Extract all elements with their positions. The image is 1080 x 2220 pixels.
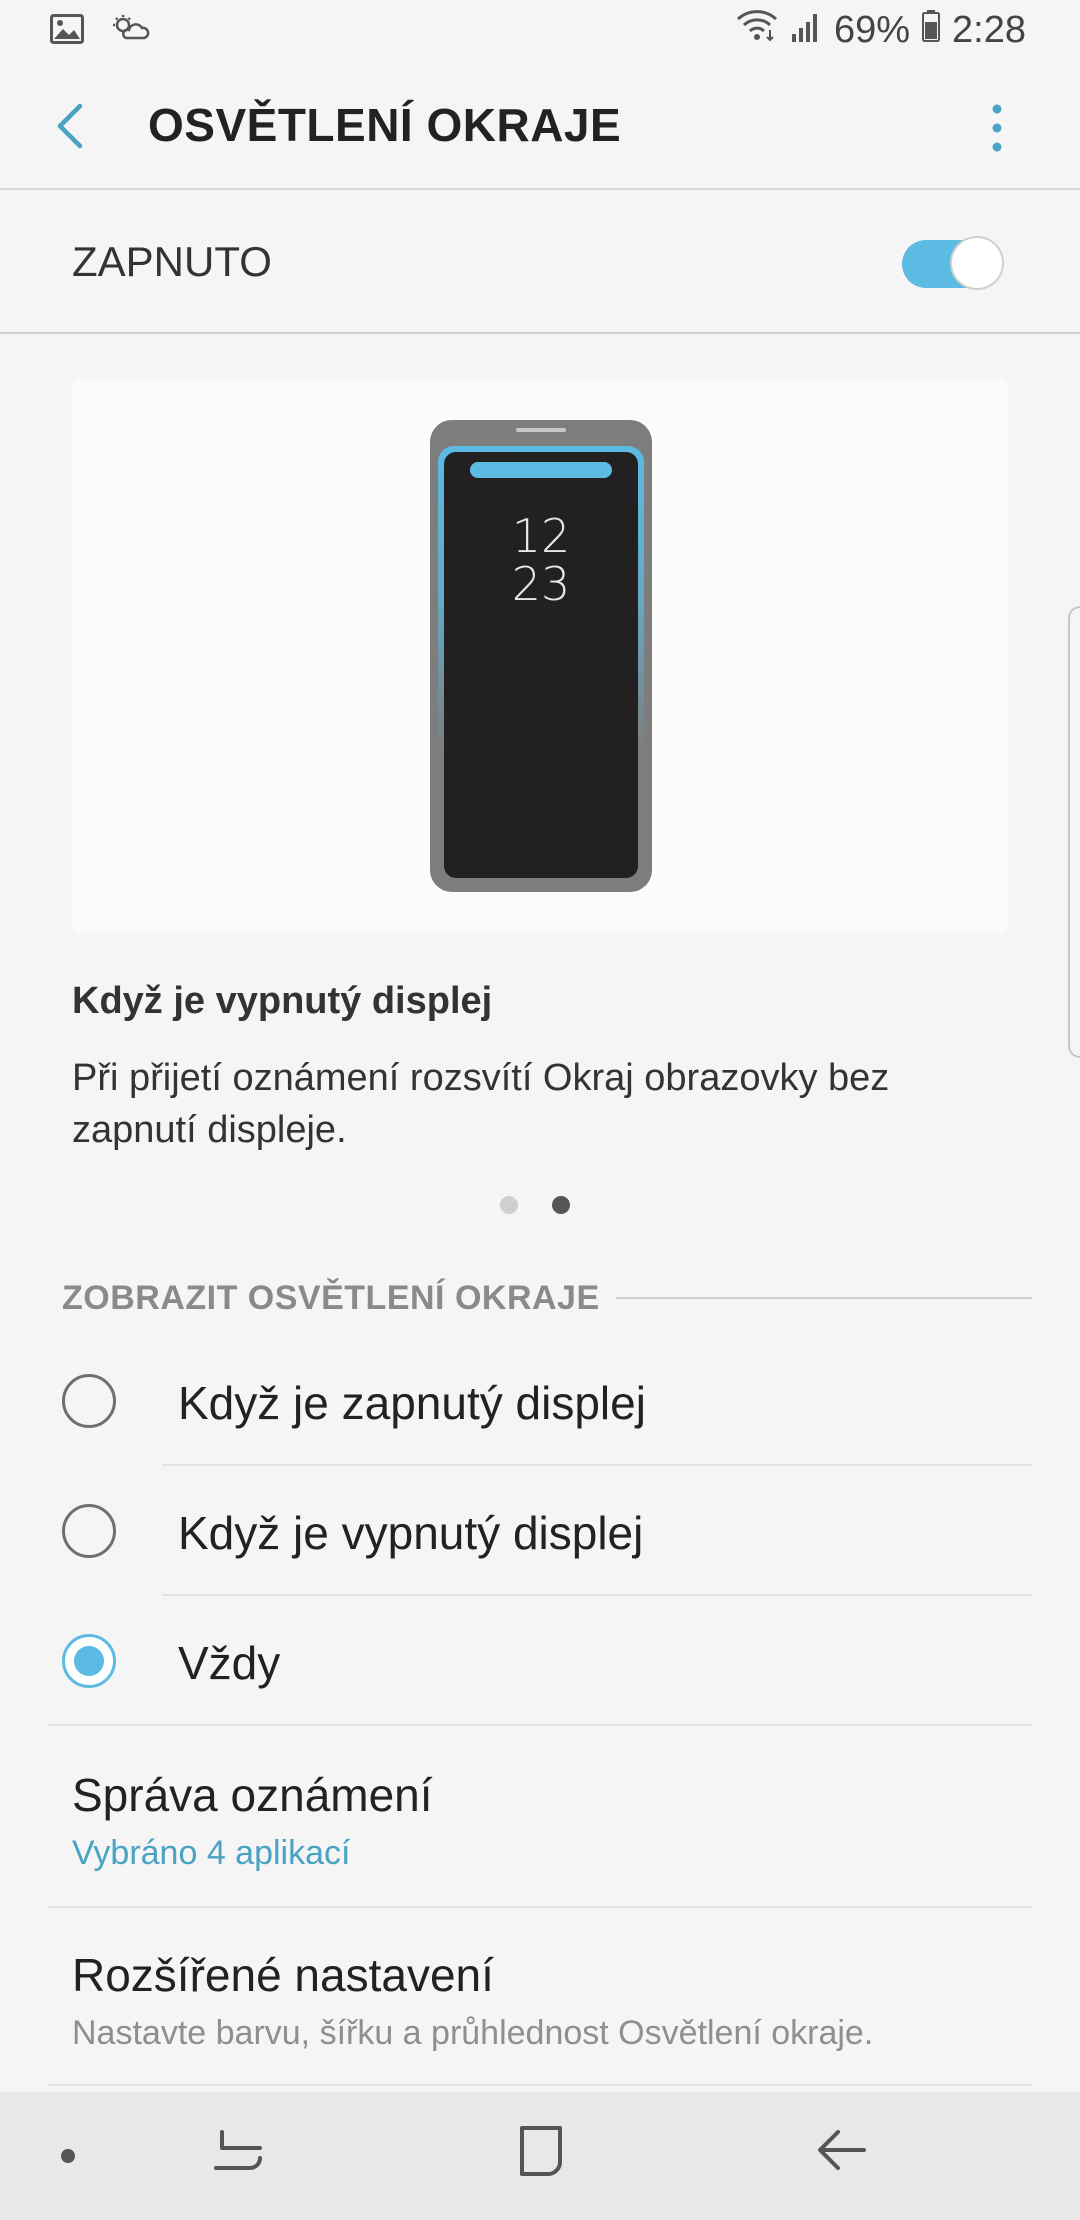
- preview-clock-hour: 12: [511, 509, 571, 563]
- radio-label: Když je vypnutý displej: [178, 1507, 644, 1559]
- preview-description: Při přijetí oznámení rozsvítí Okraj obra…: [72, 1057, 890, 1151]
- navigation-bar: [0, 2092, 1080, 2220]
- setting-subtitle: Vybráno 4 aplikací: [72, 1834, 351, 1872]
- preview-card[interactable]: 12 23: [72, 380, 1008, 932]
- clock: 2:28: [952, 8, 1026, 51]
- status-bar-system: 69% 2:28: [736, 8, 1026, 52]
- battery-percent: 69%: [833, 8, 911, 51]
- master-toggle[interactable]: [902, 236, 1004, 292]
- phone-illustration: 12 23: [430, 420, 652, 892]
- edge-panel-handle[interactable]: [1068, 606, 1080, 1058]
- master-switch-row[interactable]: ZAPNUTO: [0, 190, 1080, 334]
- radio-option-display-on[interactable]: Když je zapnutý displej: [0, 1336, 1080, 1466]
- battery-icon: [922, 9, 941, 52]
- preview-clock-minute: 23: [511, 557, 571, 611]
- home-icon[interactable]: [514, 2122, 568, 2183]
- master-switch-label: ZAPNUTO: [72, 238, 272, 285]
- preview-clock: 12 23: [430, 512, 652, 608]
- radio-option-display-off[interactable]: Když je vypnutý displej: [0, 1466, 1080, 1596]
- section-header: ZOBRAZIT OSVĚTLENÍ OKRAJE: [62, 1276, 1032, 1320]
- page-dot-2[interactable]: [552, 1196, 570, 1214]
- page-dot-1[interactable]: [500, 1196, 518, 1214]
- setting-title: Rozšířené nastavení: [72, 1949, 494, 2001]
- page-title: OSVĚTLENÍ OKRAJE: [148, 99, 622, 151]
- status-bar: 69% 2:28: [0, 0, 1080, 64]
- notification-management-row[interactable]: Správa oznámení Vybráno 4 aplikací: [0, 1728, 1080, 1908]
- radio-label: Vždy: [178, 1637, 281, 1689]
- radio-button[interactable]: [62, 1374, 116, 1428]
- recents-icon[interactable]: [212, 2122, 266, 2183]
- setting-subtitle: Nastavte barvu, šířku a průhlednost Osvě…: [72, 2014, 874, 2052]
- divider: [48, 1724, 1032, 1726]
- section-divider: [615, 1297, 1032, 1299]
- radio-label: Když je zapnutý displej: [178, 1377, 646, 1429]
- setting-title: Správa oznámení: [72, 1769, 433, 1821]
- toggle-knob: [950, 236, 1004, 290]
- more-vert-icon: [992, 104, 1002, 152]
- status-bar-notifications: [50, 14, 150, 49]
- back-icon[interactable]: [814, 2122, 870, 2183]
- weather-icon: [112, 14, 150, 49]
- more-options-button[interactable]: [982, 102, 1012, 154]
- section-header-label: ZOBRAZIT OSVĚTLENÍ OKRAJE: [62, 1278, 600, 1317]
- signal-icon: [791, 9, 822, 52]
- wifi-icon: [736, 8, 780, 52]
- back-arrow-icon: [57, 103, 83, 149]
- dot-icon[interactable]: [58, 2146, 78, 2171]
- page-indicator: [500, 1196, 570, 1214]
- radio-option-always[interactable]: Vždy: [0, 1596, 1080, 1726]
- back-button[interactable]: [46, 100, 98, 152]
- radio-button[interactable]: [62, 1504, 116, 1558]
- app-bar: OSVĚTLENÍ OKRAJE: [0, 64, 1080, 190]
- divider: [48, 2084, 1032, 2086]
- radio-button-selected[interactable]: [62, 1634, 116, 1688]
- advanced-settings-row[interactable]: Rozšířené nastavení Nastavte barvu, šířk…: [0, 1908, 1080, 2086]
- preview-title: Když je vypnutý displej: [72, 980, 493, 1022]
- gallery-icon: [50, 14, 84, 49]
